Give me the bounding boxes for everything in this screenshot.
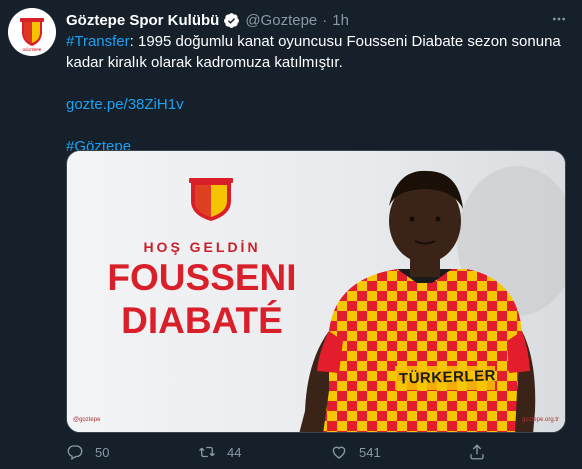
share-button[interactable] xyxy=(468,441,486,463)
reply-count: 50 xyxy=(95,444,110,460)
sponsor-text: TÜRKERLER xyxy=(398,367,497,388)
tweet-text: #Transfer: 1995 doğumlu kanat oyuncusu F… xyxy=(66,31,566,157)
media-site-tag: goztepe.org.tr xyxy=(521,417,559,423)
avatar-text: GÖZTEPE xyxy=(22,47,41,52)
reply-button[interactable]: 50 xyxy=(66,441,109,463)
display-name[interactable]: Göztepe Spor Kulübü xyxy=(66,12,219,29)
media-image[interactable]: HOŞ GELDİN FOUSSENI DIABATÉ TÜRKERLER @g… xyxy=(66,150,566,433)
welcome-text: HOŞ GELDİN xyxy=(143,239,261,255)
avatar[interactable]: GÖZTEPE xyxy=(8,8,56,56)
separator-dot: · xyxy=(322,11,328,29)
timestamp[interactable]: 1h xyxy=(332,12,349,29)
like-button[interactable]: 541 xyxy=(330,441,381,463)
verified-badge-icon xyxy=(223,12,240,29)
club-crest-icon: GÖZTEPE xyxy=(8,8,56,56)
handle[interactable]: @Goztepe xyxy=(245,12,317,29)
player-last-name: DIABATÉ xyxy=(121,300,283,341)
tweet-header: Göztepe Spor Kulübü @Goztepe · 1h xyxy=(66,10,562,30)
like-icon xyxy=(332,446,346,459)
player-first-name: FOUSSENI xyxy=(107,257,297,298)
like-count: 541 xyxy=(359,444,381,460)
tweet-body: : 1995 doğumlu kanat oyuncusu Fousseni D… xyxy=(66,33,561,71)
reply-icon xyxy=(67,445,83,460)
tweet-link[interactable]: gozte.pe/38ZiH1v xyxy=(66,96,184,113)
more-icon[interactable] xyxy=(550,10,568,28)
hashtag-transfer[interactable]: #Transfer xyxy=(66,33,130,50)
retweet-icon xyxy=(199,446,215,458)
tweet[interactable]: GÖZTEPE Göztepe Spor Kulübü @Goztepe · 1… xyxy=(0,0,582,469)
tweet-body-paragraph: #Transfer: 1995 doğumlu kanat oyuncusu F… xyxy=(66,31,566,73)
share-icon xyxy=(470,444,484,460)
retweet-button[interactable]: 44 xyxy=(198,441,241,463)
retweet-count: 44 xyxy=(227,444,242,460)
media-handle-tag: @goztepe xyxy=(73,417,101,423)
tweet-actions: 50 44 541 xyxy=(66,441,566,463)
